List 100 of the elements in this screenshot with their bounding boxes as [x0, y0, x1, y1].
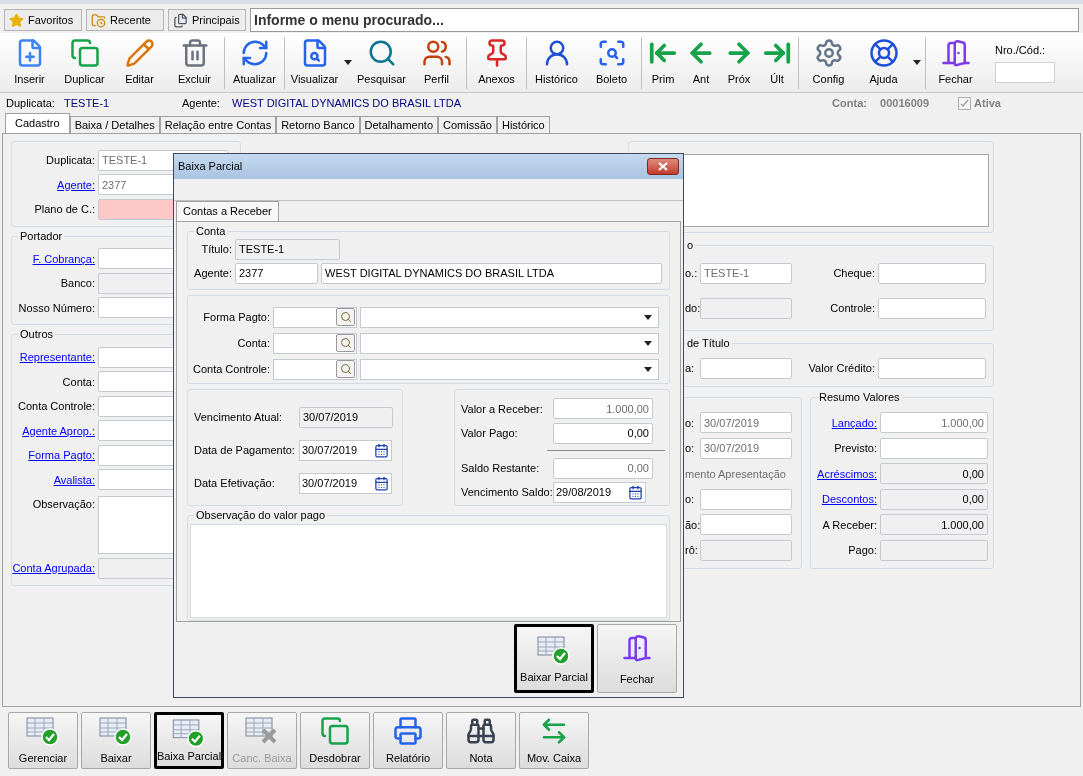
dialog-button[interactable]: Baixar Parcial — [514, 624, 594, 693]
action-button[interactable]: Baixa Parcial — [154, 712, 224, 769]
input-field[interactable] — [995, 62, 1055, 84]
toolbar-button[interactable]: Ajuda — [856, 37, 923, 88]
input-field[interactable]: 0,00 — [880, 463, 988, 485]
toolbar-button[interactable]: Histórico — [529, 37, 584, 88]
field-link[interactable]: Conta Agrupada: — [12, 560, 95, 577]
toolbar-button[interactable]: Inserir — [2, 37, 57, 88]
input-field[interactable] — [700, 488, 792, 510]
action-button[interactable]: Mov. Caixa — [519, 712, 589, 769]
input-field[interactable] — [878, 298, 986, 319]
dropdown-field[interactable] — [360, 332, 659, 354]
input-field[interactable]: TESTE-1 — [700, 263, 792, 284]
action-button[interactable]: Gerenciar — [8, 712, 78, 769]
action-button[interactable]: Nota — [446, 712, 516, 769]
field-label: Nosso Número: — [18, 300, 95, 316]
check-icon — [960, 98, 970, 108]
tab[interactable]: Baixa / Detalhes — [69, 116, 160, 133]
field-link[interactable]: Agente Aprop.: — [22, 422, 95, 439]
input-field[interactable] — [878, 357, 986, 379]
toolbar-button[interactable]: Prim — [644, 37, 682, 88]
field-link[interactable]: Agente: — [57, 176, 95, 193]
toolbar-button[interactable]: Próx — [720, 37, 758, 88]
menu-search-field[interactable]: Informe o menu procurado... — [250, 8, 1079, 32]
field-label: Valor Pago: — [461, 425, 518, 441]
lookup-button[interactable] — [336, 360, 355, 379]
input-field[interactable] — [700, 357, 792, 379]
tab[interactable]: Comissão — [438, 116, 497, 133]
toolbar-button[interactable]: Últ — [758, 37, 796, 88]
input-field[interactable]: 0,00 — [553, 457, 653, 479]
input-field[interactable] — [880, 539, 988, 561]
dropdown-field[interactable] — [360, 306, 659, 328]
shortcut-button[interactable]: Principais — [168, 9, 246, 31]
field-label: Data Efetivação: — [194, 475, 275, 491]
input-field[interactable]: 1.000,00 — [553, 398, 653, 420]
tab[interactable]: Histórico — [496, 116, 550, 133]
input-field[interactable]: 0,00 — [880, 488, 988, 510]
field-link[interactable]: F. Cobrança: — [32, 250, 95, 267]
input-field[interactable] — [273, 306, 357, 328]
input-field[interactable] — [880, 437, 988, 459]
field-link[interactable]: Forma Pagto: — [28, 447, 95, 464]
input-field[interactable]: TESTE-1 — [235, 238, 340, 260]
dialog-button[interactable]: Fechar — [597, 624, 677, 693]
shortcut-button[interactable]: Favoritos — [4, 9, 82, 31]
calendar-icon — [373, 442, 389, 458]
toolbar-button[interactable]: Visualizar — [287, 37, 354, 88]
lookup-button[interactable] — [336, 308, 355, 327]
lookup-button[interactable] — [336, 334, 355, 353]
date-field[interactable]: 30/07/2019 — [299, 439, 392, 461]
toolbar-button[interactable]: Pesquisar — [354, 37, 409, 88]
input-field[interactable]: 30/07/2019 — [700, 412, 792, 434]
toolbar-button[interactable]: Excluir — [167, 37, 222, 88]
field-link[interactable]: Descontos: — [821, 491, 877, 508]
input-field[interactable] — [878, 263, 986, 284]
table-check-icon — [537, 635, 571, 665]
input-field[interactable] — [273, 358, 357, 380]
input-field[interactable]: 30/07/2019 — [299, 406, 393, 428]
action-button[interactable]: Desdobrar — [300, 712, 370, 769]
input-field[interactable] — [273, 332, 357, 354]
toolbar-button[interactable]: Config — [801, 37, 856, 88]
pencil-icon — [124, 37, 155, 68]
toolbar-button[interactable]: Boleto — [584, 37, 639, 88]
input-field[interactable]: 30/07/2019 — [700, 437, 792, 459]
toolbar-button[interactable]: Ant — [682, 37, 720, 88]
input-field[interactable] — [700, 298, 792, 319]
shortcut-button[interactable]: Recente — [86, 9, 164, 31]
settings-icon — [813, 37, 844, 68]
tab[interactable]: Relação entre Contas — [159, 116, 277, 133]
input-field[interactable]: WEST DIGITAL DYNAMICS DO BRASIL LTDA — [321, 262, 662, 284]
field-link[interactable]: Avalista: — [53, 471, 95, 488]
tab[interactable]: Detalhamento — [359, 116, 439, 133]
dropdown-field[interactable] — [360, 358, 659, 380]
close-button[interactable] — [647, 158, 679, 175]
date-field[interactable]: 30/07/2019 — [299, 472, 392, 494]
toolbar-button[interactable]: Perfil — [409, 37, 464, 88]
input-field[interactable]: 1.000,00 — [880, 514, 988, 536]
field-link[interactable]: Acréscimos: — [817, 465, 877, 482]
toolbar-button[interactable]: Atualizar — [227, 37, 282, 88]
toolbar-button[interactable]: Editar — [112, 37, 167, 88]
action-button[interactable]: Baixar — [81, 712, 151, 769]
toolbar-button[interactable]: Fechar — [928, 37, 983, 88]
tab[interactable]: Cadastro — [5, 113, 70, 133]
input-field[interactable]: 1.000,00 — [880, 412, 988, 434]
action-button[interactable]: Relatório — [373, 712, 443, 769]
input-field[interactable]: 0,00 — [553, 422, 653, 444]
field-label: rô: — [685, 543, 698, 558]
input-field[interactable] — [700, 539, 792, 561]
field-link[interactable]: Lançado: — [831, 414, 877, 431]
toolbar-button[interactable]: Duplicar — [57, 37, 112, 88]
caret-icon — [644, 340, 652, 346]
date-field[interactable]: 29/08/2019 — [553, 482, 646, 504]
input-field[interactable]: 2377 — [235, 262, 318, 284]
tab[interactable]: Retorno Banco — [276, 116, 360, 133]
field-label: o: — [685, 492, 695, 507]
field-link[interactable]: Representante: — [19, 349, 95, 366]
tab[interactable]: Contas a Receber — [176, 201, 279, 221]
input-field[interactable] — [700, 514, 792, 536]
field-label: o: — [685, 441, 695, 456]
toolbar-button[interactable]: Anexos — [469, 37, 524, 88]
caret-icon — [644, 314, 652, 320]
